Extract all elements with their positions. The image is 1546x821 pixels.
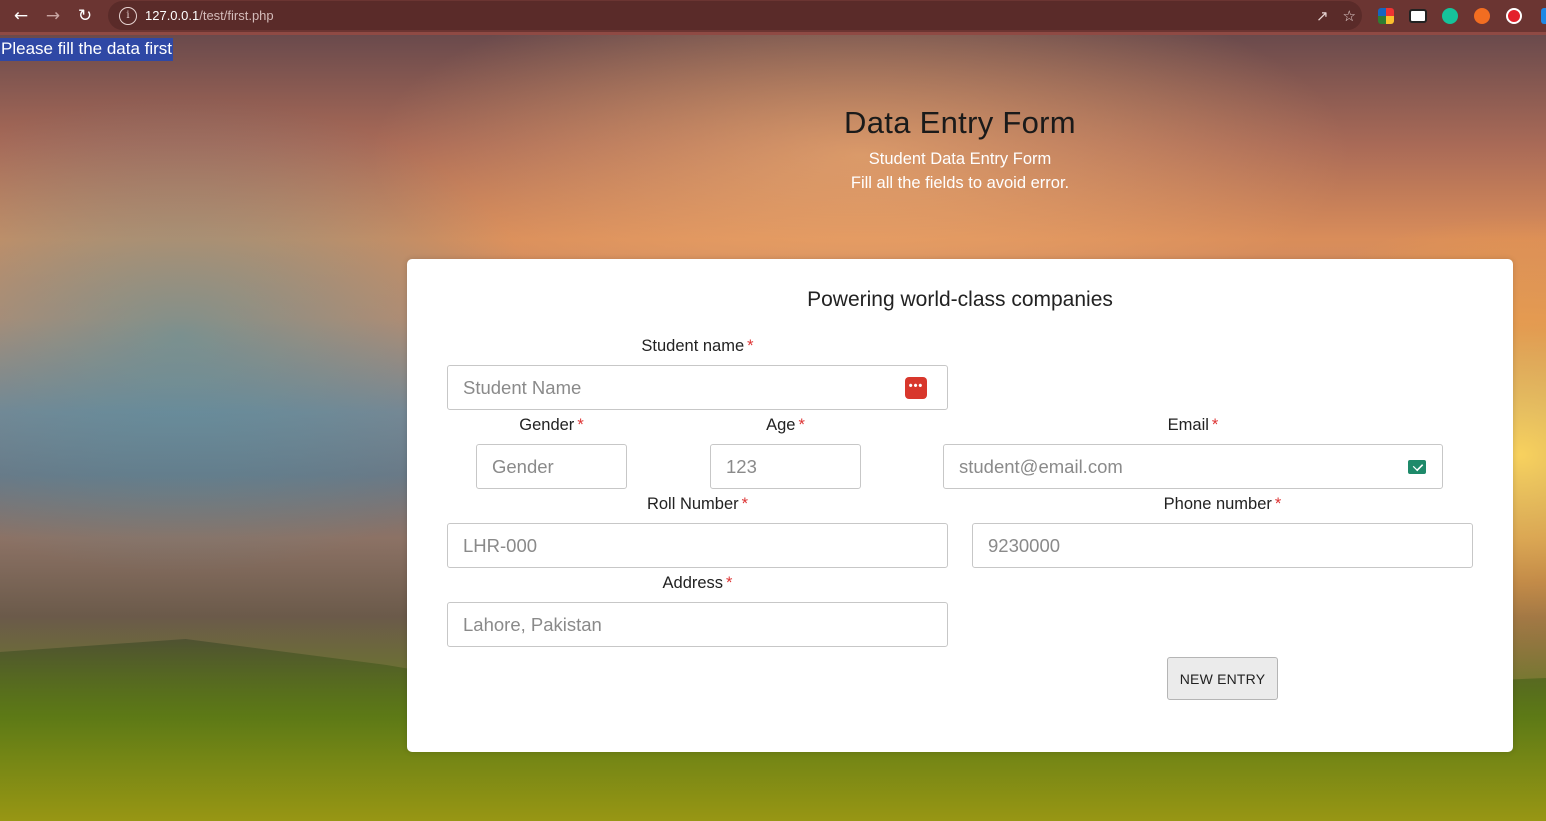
- password-manager-icon[interactable]: •••: [905, 377, 927, 399]
- hero-subtitle: Student Data Entry Form Fill all the fie…: [680, 147, 1240, 195]
- student-name-placeholder: Student Name: [463, 376, 582, 398]
- address-placeholder: Lahore, Pakistan: [463, 613, 602, 635]
- age-label-text: Age: [766, 416, 796, 434]
- address-label-text: Address: [662, 574, 724, 592]
- extensions-bar: [1374, 4, 1546, 28]
- gender-label: Gender *: [476, 416, 627, 435]
- extension-puzzle-icon[interactable]: [1374, 4, 1398, 28]
- page-title: Data Entry Form: [844, 105, 1076, 140]
- age-placeholder: 123: [726, 455, 757, 477]
- url-path: /test/first.php: [199, 8, 274, 23]
- required-asterisk: *: [798, 416, 805, 434]
- age-input[interactable]: 123: [710, 444, 861, 489]
- gender-placeholder: Gender: [492, 455, 554, 477]
- extension-blue-icon[interactable]: [1534, 4, 1546, 28]
- page-background: Please fill the data first Data Entry Fo…: [0, 35, 1546, 821]
- subtitle-line-1: Student Data Entry Form: [868, 150, 1052, 168]
- email-label: Email *: [943, 416, 1443, 435]
- required-asterisk: *: [726, 574, 733, 592]
- student-name-label: Student name *: [447, 337, 948, 356]
- student-name-label-text: Student name: [641, 337, 745, 355]
- reload-icon[interactable]: ↻: [69, 0, 101, 32]
- extension-red-icon[interactable]: [1502, 4, 1526, 28]
- required-asterisk: *: [1274, 495, 1282, 513]
- grammarly-icon[interactable]: [1438, 4, 1462, 28]
- url-host: 127.0.0.1: [145, 8, 200, 23]
- form-card: Powering world-class companies Student n…: [407, 259, 1513, 752]
- subtitle-line-2: Fill all the fields to avoid error.: [850, 174, 1070, 192]
- email-icon[interactable]: [1408, 460, 1426, 474]
- age-label: Age *: [710, 416, 861, 435]
- required-asterisk: *: [747, 337, 754, 355]
- email-placeholder: student@email.com: [959, 455, 1123, 477]
- hero-header: Data Entry Form Student Data Entry Form …: [680, 105, 1240, 195]
- required-asterisk: *: [741, 495, 749, 513]
- forward-arrow-icon[interactable]: →: [37, 0, 69, 32]
- roll-number-placeholder: LHR-000: [463, 534, 538, 556]
- address-label: Address *: [447, 574, 948, 593]
- email-input[interactable]: student@email.com: [943, 444, 1443, 489]
- star-icon[interactable]: ☆: [1343, 7, 1356, 25]
- address-bar[interactable]: i 127.0.0.1/test/first.php ↗ ☆: [108, 1, 1362, 30]
- phone-label: Phone number *: [972, 495, 1473, 514]
- student-name-input[interactable]: Student Name •••: [447, 365, 948, 410]
- email-label-text: Email: [1167, 416, 1209, 434]
- required-asterisk: *: [577, 416, 584, 434]
- extension-adblock-icon[interactable]: [1406, 4, 1430, 28]
- gender-input[interactable]: Gender: [476, 444, 627, 489]
- roll-number-label-text: Roll Number: [646, 495, 739, 513]
- share-icon[interactable]: ↗: [1316, 7, 1329, 25]
- info-icon[interactable]: i: [119, 6, 137, 25]
- gender-label-text: Gender: [519, 416, 575, 434]
- roll-number-input[interactable]: LHR-000: [447, 523, 948, 568]
- browser-toolbar: ← → ↻ i 127.0.0.1/test/first.php ↗ ☆: [0, 0, 1546, 32]
- phone-input[interactable]: 9230000: [972, 523, 1473, 568]
- address-input[interactable]: Lahore, Pakistan: [447, 602, 948, 647]
- roll-number-label: Roll Number *: [447, 495, 948, 514]
- extension-orange-icon[interactable]: [1470, 4, 1494, 28]
- back-arrow-icon[interactable]: ←: [5, 0, 37, 32]
- alert-message: Please fill the data first: [0, 38, 174, 61]
- new-entry-button[interactable]: NEW ENTRY: [1167, 657, 1278, 700]
- phone-placeholder: 9230000: [988, 534, 1061, 556]
- required-asterisk: *: [1211, 416, 1219, 434]
- form-title: Powering world-class companies: [807, 288, 1113, 311]
- phone-label-text: Phone number: [1163, 495, 1272, 513]
- url-text[interactable]: 127.0.0.1/test/first.php: [145, 8, 274, 23]
